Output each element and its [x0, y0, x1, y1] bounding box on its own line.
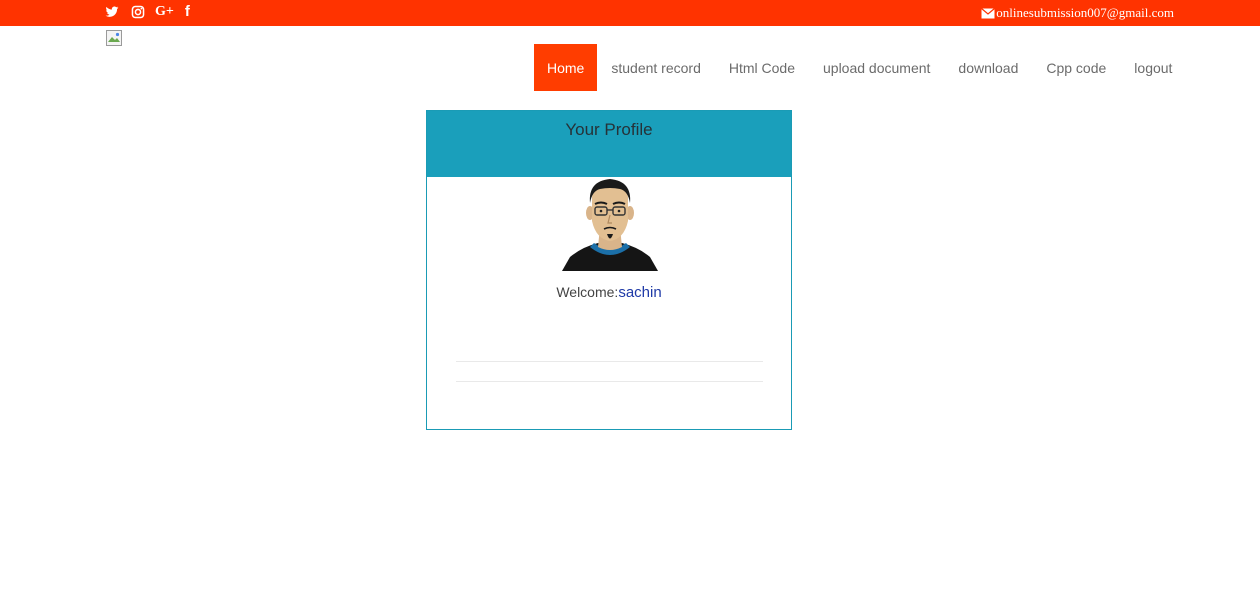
nav-item-html-code[interactable]: Html Code	[715, 44, 809, 91]
social-links: G+ f	[105, 4, 190, 20]
main-nav: Home student record Html Code upload doc…	[534, 44, 1186, 91]
profile-card-header: Your Profile	[427, 111, 791, 177]
envelope-icon	[981, 7, 996, 19]
avatar	[562, 177, 658, 271]
nav-item-upload-document[interactable]: upload document	[809, 44, 944, 91]
nav-item-home[interactable]: Home	[534, 44, 598, 91]
divider	[456, 381, 763, 382]
twitter-icon[interactable]	[105, 5, 119, 19]
nav-item-download[interactable]: download	[944, 44, 1032, 91]
nav-item-cpp-code[interactable]: Cpp code	[1032, 44, 1120, 91]
top-bar: G+ f onlinesubmission007@gmail.com	[0, 0, 1260, 26]
instagram-icon[interactable]	[131, 5, 145, 19]
nav-item-logout[interactable]: logout	[1120, 44, 1186, 91]
welcome-label: Welcome:	[556, 284, 619, 300]
facebook-icon[interactable]: f	[185, 4, 190, 20]
contact-email[interactable]: onlinesubmission007@gmail.com	[981, 5, 1174, 20]
welcome-message: Welcome:sachin	[427, 284, 791, 301]
nav-item-student-record[interactable]: student record	[597, 44, 715, 91]
username: sachin	[618, 284, 662, 301]
broken-logo-image[interactable]	[106, 30, 122, 46]
divider	[456, 361, 763, 362]
google-plus-icon[interactable]: G+	[155, 4, 174, 20]
profile-title: Your Profile	[565, 120, 653, 139]
profile-card: Your Profile Welcome:sachin	[426, 110, 792, 430]
email-address: onlinesubmission007@gmail.com	[996, 5, 1174, 20]
